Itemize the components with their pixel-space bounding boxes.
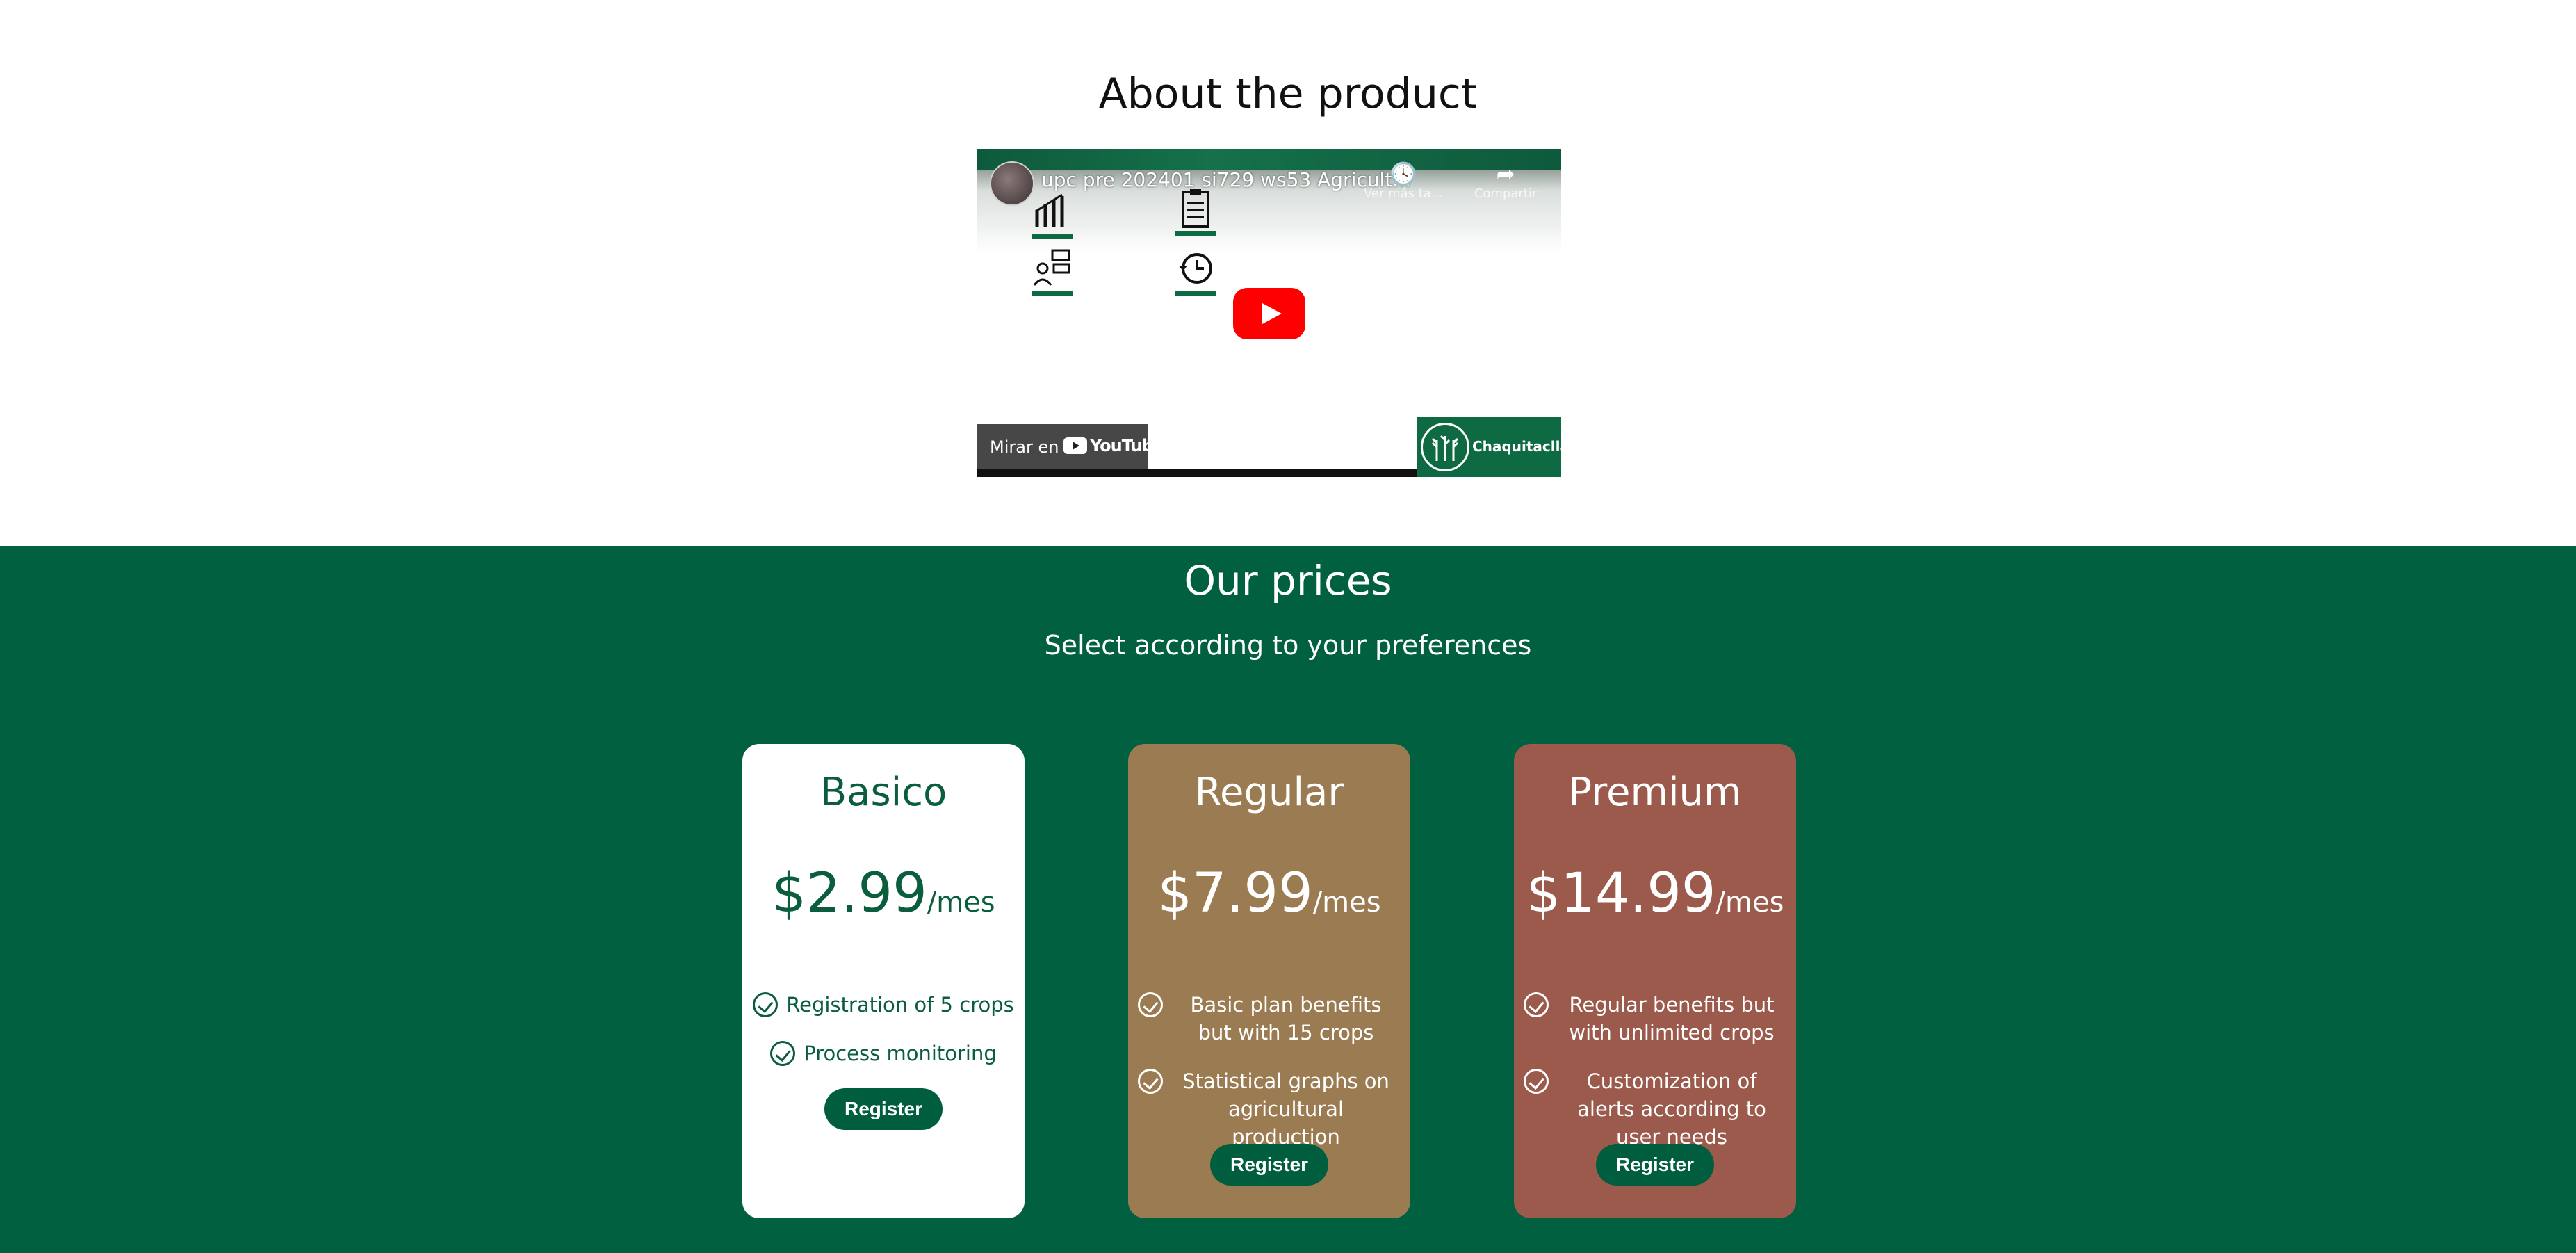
wheat-logo-icon xyxy=(1421,423,1469,471)
check-circle-icon xyxy=(1524,1069,1549,1094)
plan-feature: Process monitoring xyxy=(752,1040,1015,1067)
youtube-logo-icon xyxy=(1063,437,1087,454)
plan-name: Premium xyxy=(1568,770,1742,815)
plan-price: $7.99/mes xyxy=(1128,859,1410,943)
share-icon: ➦ xyxy=(1496,161,1515,187)
check-circle-icon xyxy=(770,1041,796,1066)
plan-feature: Basic plan benefits but with 15 crops xyxy=(1138,991,1401,1046)
register-button-premium[interactable]: Register xyxy=(1596,1144,1714,1186)
brand-watermark: Chaquitaclla xyxy=(1417,417,1561,477)
chart-icon xyxy=(1032,191,1073,239)
video-embed[interactable]: upc pre 202401 si729 ws53 Agricult... 🕓 … xyxy=(977,149,1561,477)
youtube-label: YouTube xyxy=(1090,436,1164,455)
watch-later-button[interactable]: 🕓 Ver más ta... xyxy=(1358,161,1449,201)
check-circle-icon xyxy=(1138,1069,1163,1094)
plan-price-period: /mes xyxy=(927,887,995,919)
share-button[interactable]: ➦ Compartir xyxy=(1464,161,1547,201)
about-title: About the product xyxy=(1098,70,1478,118)
about-section: About the product upc pre 202401 si729 w… xyxy=(0,0,2576,546)
plan-name: Basico xyxy=(820,770,947,815)
watch-on-youtube-button[interactable]: Mirar en YouTube xyxy=(977,424,1164,469)
prices-section: Our prices Select according to your pref… xyxy=(0,546,2576,1253)
plan-feature: Registration of 5 crops xyxy=(752,991,1015,1019)
history-icon xyxy=(1175,248,1216,296)
channel-avatar[interactable] xyxy=(990,161,1034,206)
plan-card-basico: Basico $2.99/mes Registration of 5 crops… xyxy=(742,744,1025,1218)
prices-subtitle: Select according to your preferences xyxy=(1044,630,1532,661)
plan-price: $2.99/mes xyxy=(742,859,1025,943)
plan-price: $14.99/mes xyxy=(1514,859,1796,943)
plan-price-amount: $14.99 xyxy=(1526,862,1716,925)
plan-price-period: /mes xyxy=(1715,887,1784,919)
checklist-icon xyxy=(1175,188,1216,236)
brand-name: Chaquitaclla xyxy=(1472,438,1561,455)
plan-features: Registration of 5 crops Process monitori… xyxy=(752,991,1015,1088)
plan-price-amount: $2.99 xyxy=(772,862,927,925)
watch-on-label: Mirar en xyxy=(990,437,1059,457)
plan-price-period: /mes xyxy=(1312,887,1381,919)
check-circle-icon xyxy=(753,992,778,1017)
plan-card-premium: Premium $14.99/mes Regular benefits but … xyxy=(1514,744,1796,1218)
check-circle-icon xyxy=(1524,992,1549,1017)
watch-later-label: Ver más ta... xyxy=(1363,186,1444,201)
clock-icon: 🕓 xyxy=(1389,161,1417,187)
plan-feature: Statistical graphs on agricultural produ… xyxy=(1138,1067,1401,1151)
video-progress-bar[interactable] xyxy=(977,469,1417,477)
register-button-regular[interactable]: Register xyxy=(1210,1144,1328,1186)
prices-title: Our prices xyxy=(1184,557,1392,604)
check-circle-icon xyxy=(1138,992,1163,1017)
register-button-basico[interactable]: Register xyxy=(824,1088,943,1130)
play-button[interactable] xyxy=(1233,288,1305,339)
plan-feature: Regular benefits but with unlimited crop… xyxy=(1524,991,1786,1046)
plan-name: Regular xyxy=(1194,770,1344,815)
share-label: Compartir xyxy=(1474,186,1538,201)
plan-feature: Customization of alerts according to use… xyxy=(1524,1067,1786,1151)
plan-card-regular: Regular $7.99/mes Basic plan benefits bu… xyxy=(1128,744,1410,1218)
plan-price-amount: $7.99 xyxy=(1157,862,1313,925)
video-title[interactable]: upc pre 202401 si729 ws53 Agricult... xyxy=(1041,168,1411,191)
users-chat-icon xyxy=(1032,248,1073,296)
